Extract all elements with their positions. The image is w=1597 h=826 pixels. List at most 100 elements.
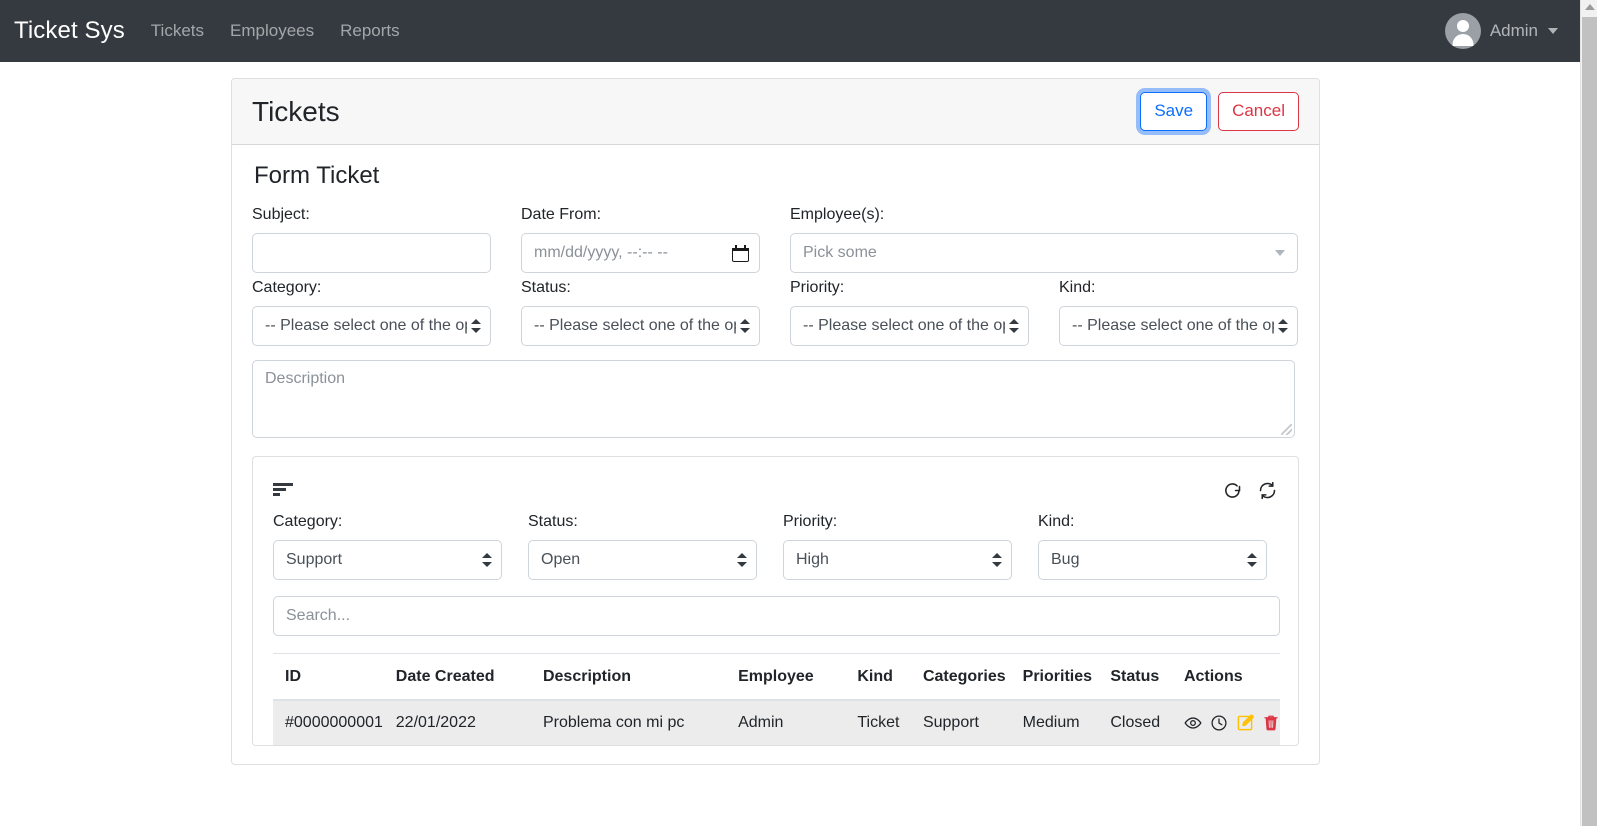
search-input[interactable]: Search...: [273, 596, 1280, 636]
brand-logo[interactable]: Ticket Sys: [14, 17, 125, 45]
cell-status: Closed: [1110, 714, 1161, 731]
rotate-cw-icon[interactable]: [1222, 480, 1243, 501]
subject-input[interactable]: [252, 233, 491, 273]
row-actions: [1184, 714, 1280, 732]
date-from-input[interactable]: mm/dd/yyyy, --:-- --: [521, 233, 760, 273]
nav-link-tickets[interactable]: Tickets: [151, 21, 204, 41]
col-header-priorities[interactable]: Priorities: [1022, 653, 1111, 701]
delete-icon[interactable]: [1262, 714, 1280, 732]
col-header-categories[interactable]: Categories: [922, 653, 1023, 701]
cell-description: Problema con mi pc: [542, 714, 685, 731]
edit-icon[interactable]: [1236, 714, 1254, 732]
nav-link-employees[interactable]: Employees: [230, 21, 314, 41]
select-arrows-icon: [1009, 318, 1019, 334]
filter-status-value: Open: [541, 551, 581, 568]
chevron-down-icon: [1275, 250, 1285, 256]
col-header-date-created[interactable]: Date Created: [395, 653, 543, 701]
filter-kind-select[interactable]: Bug: [1038, 540, 1267, 580]
filter-status-select[interactable]: Open: [528, 540, 757, 580]
filter-group-kind: Kind: Bug: [1038, 513, 1267, 580]
field-group-kind: Kind: -- Please select one of the op: [1059, 279, 1298, 346]
filter-status-label: Status:: [528, 513, 578, 530]
user-name-label: Admin: [1489, 21, 1538, 40]
col-header-employee[interactable]: Employee: [738, 653, 858, 701]
cell-priorities: Medium: [1022, 714, 1080, 731]
description-textarea[interactable]: Description: [252, 360, 1295, 438]
status-select[interactable]: -- Please select one of the op: [521, 306, 760, 346]
form-row-2: Category: -- Please select one of the op…: [252, 279, 1299, 346]
vertical-scrollbar[interactable]: [1580, 0, 1597, 826]
filter-group-category: Category: Support: [273, 513, 502, 580]
category-select-value: -- Please select one of the op: [265, 317, 467, 334]
select-arrows-icon: [471, 318, 481, 334]
app-root: Ticket Sys Tickets Employees Reports Adm…: [0, 0, 1597, 826]
field-group-date-from: Date From: mm/dd/yyyy, --:-- --: [521, 206, 760, 273]
nav-links: Tickets Employees Reports: [151, 21, 400, 41]
scroll-up-arrow-icon[interactable]: [1585, 4, 1595, 10]
tickets-table: ID Date Created Description Employee Kin…: [273, 653, 1280, 745]
form-title: Form Ticket: [254, 162, 380, 189]
cancel-button[interactable]: Cancel: [1218, 92, 1299, 131]
col-header-kind[interactable]: Kind: [857, 653, 923, 701]
kind-select[interactable]: -- Please select one of the op: [1059, 306, 1298, 346]
date-from-label: Date From:: [521, 206, 602, 223]
select-arrows-icon: [1278, 318, 1288, 334]
view-icon[interactable]: [1184, 714, 1202, 732]
scrollbar-thumb[interactable]: [1582, 17, 1597, 826]
filter-sort-icon[interactable]: [273, 483, 293, 497]
save-button[interactable]: Save: [1140, 92, 1208, 131]
priority-select[interactable]: -- Please select one of the op: [790, 306, 1029, 346]
user-menu[interactable]: Admin: [1444, 13, 1564, 49]
select-arrows-icon: [737, 552, 747, 568]
description-placeholder: Description: [265, 370, 346, 387]
col-header-description[interactable]: Description: [542, 653, 739, 701]
calendar-icon[interactable]: [732, 244, 749, 262]
select-arrows-icon: [992, 552, 1002, 568]
filter-priority-value: High: [796, 551, 829, 568]
select-arrows-icon: [1247, 552, 1257, 568]
tickets-card: Tickets Save Cancel Form Ticket Subject:: [231, 78, 1320, 765]
filter-kind-value: Bug: [1051, 551, 1080, 568]
resize-handle[interactable]: [1281, 424, 1292, 435]
toolbar-actions: [1222, 480, 1278, 501]
filter-category-select[interactable]: Support: [273, 540, 502, 580]
table-body: #0000000001 22/01/2022 Problema con mi p…: [273, 700, 1280, 745]
list-filters: Category: Support Status: Open Priority:…: [273, 513, 1278, 580]
form-row-1: Subject: Date From: mm/dd/yyyy, --:-- --: [252, 206, 1299, 273]
search-placeholder: Search...: [286, 607, 351, 624]
employees-placeholder: Pick some: [803, 244, 877, 261]
card-header: Tickets Save Cancel: [232, 79, 1319, 145]
category-select[interactable]: -- Please select one of the op: [252, 306, 491, 346]
caret-down-icon: [1548, 28, 1558, 34]
filter-priority-label: Priority:: [783, 513, 838, 530]
filter-category-label: Category:: [273, 513, 343, 530]
select-arrows-icon: [482, 552, 492, 568]
filter-group-priority: Priority: High: [783, 513, 1012, 580]
table-row[interactable]: #0000000001 22/01/2022 Problema con mi p…: [273, 700, 1280, 745]
table-header-row: ID Date Created Description Employee Kin…: [273, 653, 1280, 701]
page-title: Tickets: [252, 95, 340, 127]
cell-categories: Support: [922, 714, 979, 731]
employees-label: Employee(s):: [790, 206, 885, 223]
field-group-status: Status: -- Please select one of the op: [521, 279, 760, 346]
priority-select-value: -- Please select one of the op: [803, 317, 1005, 334]
header-actions: Save Cancel: [1140, 92, 1299, 131]
select-arrows-icon: [740, 318, 750, 334]
user-avatar-icon: [1444, 13, 1481, 49]
employees-multiselect[interactable]: Pick some: [790, 233, 1298, 273]
refresh-sync-icon[interactable]: [1257, 480, 1278, 501]
card-body: Form Ticket Subject: Date From: mm/dd/yy…: [232, 145, 1319, 764]
list-toolbar: [273, 473, 1278, 507]
table-head: ID Date Created Description Employee Kin…: [273, 653, 1280, 701]
field-group-subject: Subject:: [252, 206, 491, 273]
col-header-status[interactable]: Status: [1110, 653, 1184, 701]
nav-link-reports[interactable]: Reports: [340, 21, 400, 41]
col-header-id[interactable]: ID: [273, 653, 396, 701]
col-header-actions: Actions: [1183, 653, 1280, 701]
history-icon[interactable]: [1210, 714, 1228, 732]
filter-category-value: Support: [286, 551, 343, 568]
filter-priority-select[interactable]: High: [783, 540, 1012, 580]
subject-label: Subject:: [252, 206, 310, 223]
tickets-list-card: Category: Support Status: Open Priority:…: [252, 456, 1299, 746]
cell-date-created: 22/01/2022: [395, 714, 476, 731]
